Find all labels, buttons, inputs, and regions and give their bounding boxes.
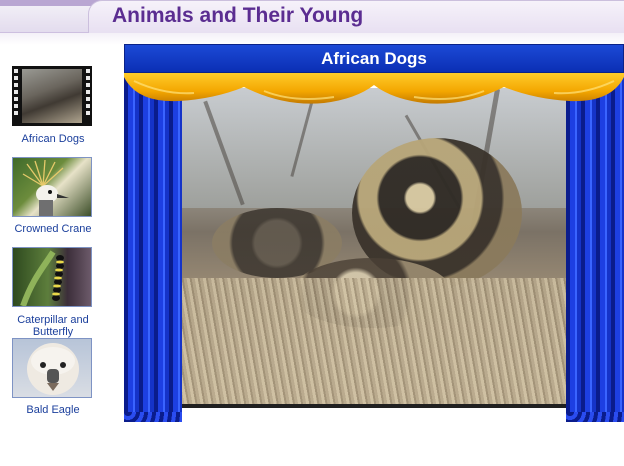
- sidebar-item-label[interactable]: Crowned Crane: [0, 223, 106, 235]
- sidebar-item-label[interactable]: Bald Eagle: [0, 404, 106, 416]
- sidebar-item-caterpillar-and-butterfly[interactable]: Caterpillar and Butterfly: [0, 247, 106, 339]
- grass: [182, 278, 566, 408]
- eagle-thumbnail-icon[interactable]: [12, 338, 92, 398]
- curtain-valance: [124, 73, 624, 104]
- sidebar-item-crowned-crane[interactable]: Crowned Crane: [0, 157, 106, 239]
- stage-title-bar: African Dogs: [124, 44, 624, 73]
- caterpillar-thumbnail-icon[interactable]: [12, 247, 92, 307]
- african-dogs-thumbnail: [22, 69, 82, 123]
- video-player[interactable]: [182, 88, 566, 408]
- crane-thumbnail-icon[interactable]: [12, 157, 92, 217]
- video-bottom-edge: [182, 404, 566, 408]
- sidebar-item-african-dogs[interactable]: African Dogs: [0, 66, 106, 148]
- header-bar: Animals and Their Young: [0, 0, 624, 33]
- left-curtain: [124, 68, 182, 422]
- page-title: Animals and Their Young: [112, 4, 364, 27]
- sidebar: African Dogs Crowned Crane Caterpillar a…: [0, 60, 110, 460]
- sidebar-item-label[interactable]: African Dogs: [0, 133, 106, 145]
- video-stage: African Dogs: [124, 44, 624, 426]
- sidebar-item-label[interactable]: Caterpillar and Butterfly: [0, 314, 106, 338]
- right-curtain: [566, 68, 624, 422]
- film-reel-thumbnail-icon[interactable]: [12, 66, 92, 126]
- sidebar-item-bald-eagle[interactable]: Bald Eagle: [0, 338, 106, 420]
